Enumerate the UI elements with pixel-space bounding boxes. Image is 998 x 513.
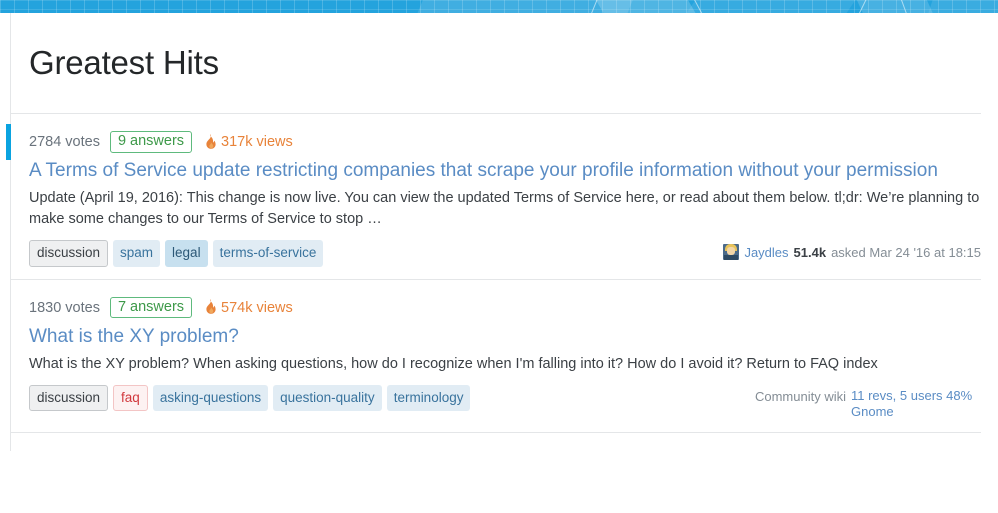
tag-discussion[interactable]: discussion xyxy=(29,384,109,411)
question-meta-row: discussion faq asking-questions question… xyxy=(29,384,981,420)
page-title: Greatest Hits xyxy=(29,44,219,81)
view-count-label: 574k views xyxy=(221,299,293,316)
wiki-revisions-link[interactable]: 11 revs, 5 users 48% Gnome xyxy=(851,388,981,420)
answer-count-badge[interactable]: 7 answers xyxy=(109,296,193,319)
question-author-info: Jaydles 51.4k asked Mar 24 '16 at 18:15 xyxy=(723,240,981,260)
question-summary[interactable]: 2784 votes 9 answers 317k views A Terms … xyxy=(6,114,981,280)
question-list: 2784 votes 9 answers 317k views A Terms … xyxy=(6,114,990,451)
tag-terminology[interactable]: terminology xyxy=(386,384,471,411)
question-summary-partial[interactable] xyxy=(11,433,981,451)
tag-terms-of-service[interactable]: terms-of-service xyxy=(212,240,324,267)
banner-facet xyxy=(853,0,937,13)
page-header: Greatest Hits xyxy=(11,13,981,114)
tag-legal[interactable]: legal xyxy=(165,240,208,267)
flame-icon xyxy=(204,299,217,314)
tag-list: discussion faq asking-questions question… xyxy=(29,384,471,411)
tag-discussion[interactable]: discussion xyxy=(29,240,109,267)
site-top-banner xyxy=(0,0,998,13)
tag-asking-questions[interactable]: asking-questions xyxy=(152,384,269,411)
question-title-link[interactable]: What is the XY problem? xyxy=(29,323,964,350)
view-count: 317k views xyxy=(204,133,293,150)
banner-facet xyxy=(925,0,998,13)
question-excerpt: What is the XY problem? When asking ques… xyxy=(29,355,878,372)
asked-timestamp[interactable]: asked Mar 24 '16 at 18:15 xyxy=(831,245,981,260)
tag-list: discussion spam legal terms-of-service xyxy=(29,240,324,267)
user-reputation: 51.4k xyxy=(793,244,827,260)
view-count-label: 317k views xyxy=(221,134,293,150)
question-summary[interactable]: 1830 votes 7 answers 574k views What is … xyxy=(11,280,981,433)
question-excerpt: Update (April 19, 2016): This change is … xyxy=(29,190,980,227)
flame-icon xyxy=(204,133,217,149)
view-count: 574k views xyxy=(204,299,293,316)
question-title-link[interactable]: A Terms of Service update restricting co… xyxy=(29,157,964,184)
tag-spam[interactable]: spam xyxy=(113,240,161,267)
vote-count: 1830 votes xyxy=(29,299,100,316)
question-stats: 2784 votes 9 answers 317k views xyxy=(29,131,981,153)
tag-faq[interactable]: faq xyxy=(113,384,148,411)
tag-question-quality[interactable]: question-quality xyxy=(273,384,382,411)
banner-facet xyxy=(681,0,859,13)
community-wiki-label: Community wiki xyxy=(754,388,846,404)
banner-facet xyxy=(590,0,702,13)
community-wiki-info: Community wiki 11 revs, 5 users 48% Gnom… xyxy=(755,385,981,420)
page-container: Greatest Hits 2784 votes 9 answers 317k … xyxy=(6,13,990,451)
question-meta-row: discussion spam legal terms-of-service J… xyxy=(29,240,981,267)
question-stats: 1830 votes 7 answers 574k views xyxy=(29,296,981,319)
user-name-link[interactable]: Jaydles xyxy=(744,245,788,260)
user-avatar[interactable] xyxy=(723,244,740,260)
answer-count-badge[interactable]: 9 answers xyxy=(109,131,193,153)
vote-count: 2784 votes xyxy=(29,134,100,150)
